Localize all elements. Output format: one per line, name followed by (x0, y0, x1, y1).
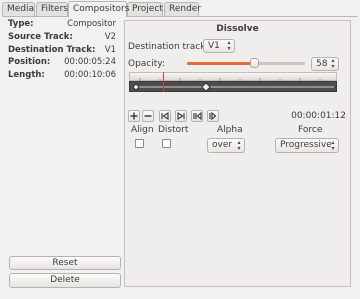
info-value: V1 (104, 44, 116, 55)
force-label: Force (298, 125, 323, 135)
tab-compositors[interactable]: Compositors (68, 1, 129, 17)
reset-button[interactable]: Reset (9, 256, 121, 270)
previous-keyframe-icon (193, 111, 202, 121)
distort-label: Distort (158, 125, 189, 135)
delete-button[interactable]: Delete (9, 273, 121, 288)
keyframe-track[interactable] (129, 81, 337, 92)
timecode-display: 00:00:01:12 (291, 111, 346, 121)
tab-render[interactable]: Render (164, 2, 201, 17)
info-row-source: Source Track: V2 (8, 32, 116, 45)
info-key: Length: (8, 70, 45, 81)
info-row-length: Length: 00:00:10:06 (8, 70, 116, 83)
next-keyframe-button[interactable] (207, 110, 219, 122)
skip-start-icon (161, 111, 169, 121)
playhead-line[interactable] (163, 72, 164, 92)
tab-divider (2, 16, 358, 17)
opacity-spinbox[interactable]: 58 ▴ ▾ (311, 57, 339, 71)
next-keyframe-icon (209, 111, 217, 121)
align-label: Align (131, 125, 154, 135)
distort-checkbox[interactable] (162, 139, 171, 148)
alpha-value: over (212, 140, 233, 150)
info-key: Type: (8, 19, 34, 29)
panel-title: Dissolve (216, 24, 259, 34)
opacity-slider-handle[interactable] (250, 58, 259, 68)
info-value: 00:00:10:06 (64, 70, 116, 81)
info-value: 00:00:05:24 (64, 57, 116, 68)
keyframe-marker-end[interactable] (201, 82, 211, 92)
previous-keyframe-button[interactable] (191, 110, 203, 122)
dissolve-panel: Dissolve Destination track: V1 ▴ ▾ Opacit… (124, 20, 351, 287)
spin-arrows-icon: ▴ ▾ (331, 139, 335, 152)
tab-filters[interactable]: Filters (36, 2, 68, 17)
info-row-type: Type: Compositor (8, 19, 116, 32)
force-value: Progressive (280, 140, 332, 150)
destination-track-select[interactable]: V1 ▴ ▾ (203, 39, 235, 53)
opacity-label: Opacity: (128, 59, 165, 69)
destination-track-value: V1 (208, 41, 220, 51)
keyframe-ruler[interactable] (129, 72, 337, 82)
info-key: Destination Track: (8, 44, 96, 55)
opacity-slider-fill (187, 62, 255, 65)
alpha-label: Alpha (217, 125, 243, 135)
go-to-end-button[interactable] (175, 110, 187, 122)
keyframe-marker-start[interactable] (132, 83, 140, 91)
opacity-value: 58 (316, 59, 328, 69)
spin-arrows-icon: ▴ ▾ (227, 39, 231, 52)
info-key: Source Track: (8, 31, 73, 42)
info-row-position: Position: 00:00:05:24 (8, 57, 116, 70)
alpha-select[interactable]: over ▴ ▾ (207, 138, 245, 153)
info-value: V2 (104, 31, 116, 42)
info-key: Position: (8, 57, 51, 68)
info-value: Compositor (67, 19, 116, 29)
plus-icon (130, 112, 138, 120)
remove-keyframe-button[interactable] (142, 110, 154, 122)
spin-arrows-icon: ▴ ▾ (331, 57, 335, 70)
info-row-destination: Destination Track: V1 (8, 45, 116, 58)
go-to-start-button[interactable] (159, 110, 171, 122)
skip-end-icon (177, 111, 185, 121)
opacity-slider[interactable] (187, 58, 305, 69)
force-select[interactable]: Progressive ▴ ▾ (275, 138, 339, 153)
destination-track-label: Destination track: (128, 42, 209, 52)
align-checkbox[interactable] (135, 139, 144, 148)
compositor-info: Type: Compositor Source Track: V2 Destinat… (8, 19, 116, 83)
add-keyframe-button[interactable] (128, 110, 140, 122)
spin-arrows-icon: ▴ ▾ (237, 139, 241, 152)
tab-media[interactable]: Media (2, 2, 35, 17)
tab-project[interactable]: Project (127, 2, 163, 17)
